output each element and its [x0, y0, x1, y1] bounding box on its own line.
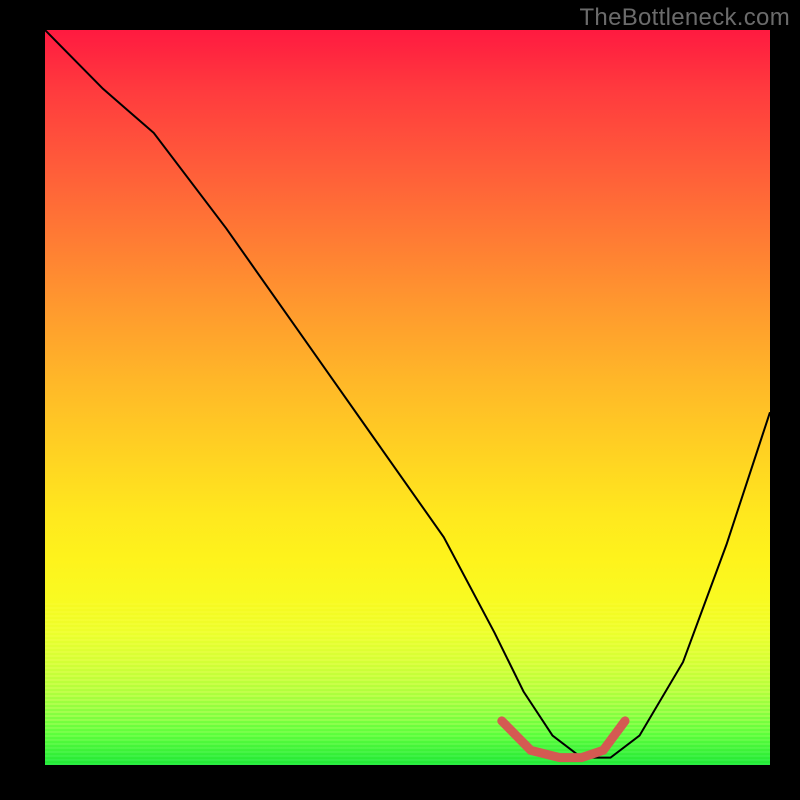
bottleneck-curve [45, 30, 770, 758]
watermark-text: TheBottleneck.com [579, 4, 790, 32]
plot-area [45, 30, 770, 765]
valley-marker [502, 721, 625, 758]
curve-layer [45, 30, 770, 765]
chart-root: TheBottleneck.com [0, 0, 800, 800]
